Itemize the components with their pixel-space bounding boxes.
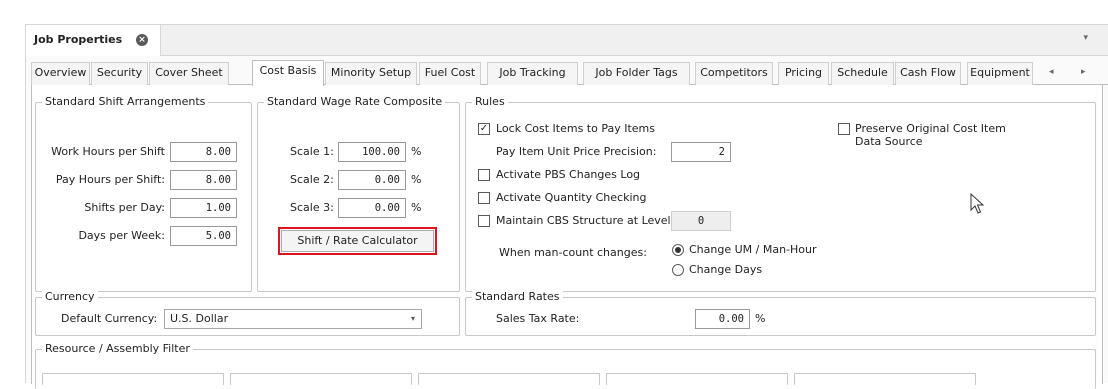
- sales-tax-label: Sales Tax Rate:: [496, 312, 580, 325]
- document-tab-job-properties[interactable]: Job Properties ×: [26, 25, 161, 56]
- preserve-source-label: Preserve Original Cost Item: [855, 122, 1006, 135]
- group-title: Rules: [472, 95, 508, 108]
- activate-quantity-checkbox[interactable]: [478, 192, 490, 204]
- group-currency: Currency Default Currency: U.S. Dollar ▾: [35, 290, 460, 336]
- tab-scroll-right-icon[interactable]: ▸: [1081, 67, 1086, 77]
- chevron-down-icon: ▾: [410, 314, 415, 323]
- default-currency-select[interactable]: U.S. Dollar ▾: [164, 309, 422, 329]
- job-properties-window: Job Properties × ▾ Overview Security Cov…: [25, 24, 1108, 389]
- percent-label: %: [411, 145, 422, 158]
- filter-input-3[interactable]: [418, 373, 600, 385]
- group-title: Standard Wage Rate Composite: [264, 95, 446, 108]
- filter-input-2[interactable]: [230, 373, 412, 385]
- default-currency-value: U.S. Dollar: [170, 312, 229, 325]
- scale-3-label: Scale 3:: [290, 201, 334, 214]
- preserve-source-checkbox[interactable]: [838, 123, 850, 135]
- tab-job-folder-tags[interactable]: Job Folder Tags: [583, 62, 690, 85]
- scale-1-input[interactable]: 100.00: [338, 142, 406, 162]
- preserve-source-label-line-2: Data Source: [855, 135, 923, 148]
- tab-cash-flow[interactable]: Cash Flow: [895, 62, 961, 85]
- activate-pbs-label: Activate PBS Changes Log: [496, 168, 641, 181]
- change-days-label: Change Days: [689, 263, 763, 276]
- property-tabs: Overview Security Cover Sheet Cost Basis…: [31, 60, 1108, 86]
- tab-security[interactable]: Security: [91, 62, 148, 85]
- lock-cost-items-label: Lock Cost Items to Pay Items: [496, 122, 655, 135]
- cost-basis-panel: Standard Shift Arrangements Work Hours p…: [31, 85, 1103, 389]
- tab-schedule[interactable]: Schedule: [831, 62, 894, 85]
- percent-label: %: [411, 201, 422, 214]
- change-um-label: Change UM / Man-Hour: [689, 243, 817, 256]
- precision-label: Pay Item Unit Price Precision:: [496, 145, 657, 158]
- tab-fuel-cost[interactable]: Fuel Cost: [419, 62, 481, 85]
- percent-label: %: [755, 312, 766, 325]
- default-currency-label: Default Currency:: [61, 312, 158, 325]
- scale-1-label: Scale 1:: [290, 145, 334, 158]
- percent-label: %: [411, 173, 422, 186]
- group-standard-rates: Standard Rates Sales Tax Rate: 0.00 %: [465, 290, 1096, 336]
- scale-2-label: Scale 2:: [290, 173, 334, 186]
- lock-cost-items-checkbox[interactable]: ✓: [478, 123, 490, 135]
- activate-pbs-checkbox[interactable]: [478, 169, 490, 181]
- change-um-radio[interactable]: [672, 244, 684, 256]
- group-resource-assembly-filter: Resource / Assembly Filter: [35, 342, 1096, 389]
- tab-cost-basis[interactable]: Cost Basis: [252, 60, 324, 86]
- pay-hours-label: Pay Hours per Shift:: [55, 173, 165, 186]
- precision-input[interactable]: 2: [671, 142, 731, 162]
- group-rules: Rules ✓ Lock Cost Items to Pay Items Pay…: [465, 95, 1096, 292]
- tab-scroll-left-icon[interactable]: ◂: [1049, 67, 1054, 77]
- pay-hours-input[interactable]: 8.00: [170, 170, 237, 190]
- man-count-label: When man-count changes:: [499, 246, 647, 259]
- chevron-down-icon[interactable]: ▾: [1083, 33, 1088, 43]
- scale-3-input[interactable]: 0.00: [338, 198, 406, 218]
- close-icon[interactable]: ×: [136, 34, 148, 46]
- group-title: Currency: [42, 290, 98, 303]
- filter-input-5[interactable]: [794, 373, 976, 385]
- shifts-per-day-label: Shifts per Day:: [84, 201, 165, 214]
- maintain-cbs-checkbox[interactable]: [478, 215, 490, 227]
- maintain-cbs-label: Maintain CBS Structure at Level:: [496, 214, 675, 227]
- mouse-pointer-icon: [970, 193, 984, 214]
- filter-input-1[interactable]: [42, 373, 224, 385]
- highlight-box: [278, 227, 437, 255]
- work-hours-input[interactable]: 8.00: [170, 142, 237, 162]
- tab-overview[interactable]: Overview: [31, 62, 90, 85]
- document-tab-bar: Job Properties × ▾: [26, 25, 1108, 56]
- group-shift-arrangements: Standard Shift Arrangements Work Hours p…: [35, 95, 252, 292]
- group-title: Resource / Assembly Filter: [42, 342, 193, 355]
- days-per-week-label: Days per Week:: [78, 229, 165, 242]
- document-tab-title: Job Properties: [34, 33, 123, 46]
- tab-competitors[interactable]: Competitors: [695, 62, 773, 85]
- group-title: Standard Rates: [472, 290, 563, 303]
- cbs-level-input: 0: [671, 211, 731, 231]
- sales-tax-input[interactable]: 0.00: [695, 309, 750, 329]
- activate-quantity-label: Activate Quantity Checking: [496, 191, 647, 204]
- tab-job-tracking[interactable]: Job Tracking: [487, 62, 578, 85]
- tab-pricing[interactable]: Pricing: [778, 62, 829, 85]
- days-per-week-input[interactable]: 5.00: [170, 226, 237, 246]
- group-title: Standard Shift Arrangements: [42, 95, 209, 108]
- tab-cover-sheet[interactable]: Cover Sheet: [149, 62, 229, 85]
- filter-input-4[interactable]: [606, 373, 788, 385]
- shifts-per-day-input[interactable]: 1.00: [170, 198, 237, 218]
- change-days-radio[interactable]: [672, 264, 684, 276]
- tab-minority-setup[interactable]: Minority Setup: [325, 62, 417, 85]
- work-hours-label: Work Hours per Shift: [51, 145, 165, 158]
- scale-2-input[interactable]: 0.00: [338, 170, 406, 190]
- tab-equipment[interactable]: Equipment: [967, 62, 1033, 85]
- group-wage-rate-composite: Standard Wage Rate Composite Scale 1: 10…: [257, 95, 460, 292]
